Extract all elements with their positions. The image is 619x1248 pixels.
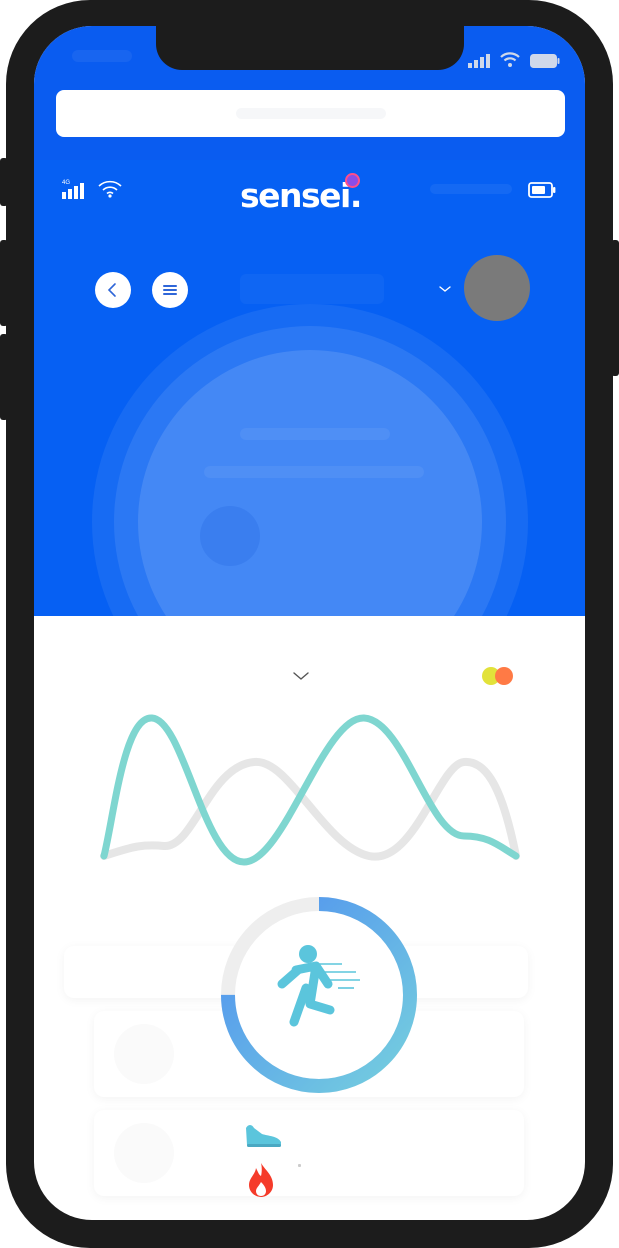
header-title-placeholder: [240, 274, 384, 304]
hero-text-placeholder-2: [204, 466, 424, 478]
list-item-icon-circle: [114, 1123, 174, 1183]
os-signal-icon: [468, 54, 490, 68]
list-item[interactable]: [94, 1110, 524, 1196]
list-item-icon-circle: [114, 1024, 174, 1084]
svg-text:4G: 4G: [62, 180, 70, 186]
logo-badge: [345, 173, 360, 188]
battery-icon: [528, 182, 556, 198]
notch: [156, 26, 464, 70]
profile-dropdown-chevron-icon[interactable]: [438, 284, 452, 294]
chevron-left-icon: [107, 283, 116, 297]
os-time-placeholder: [72, 50, 132, 62]
wifi-icon: [98, 180, 122, 198]
wave-primary: [100, 714, 520, 866]
app-header: 4G sensei.: [34, 160, 585, 616]
signal-icon: 4G: [62, 180, 84, 199]
header-text-placeholder: [430, 184, 512, 194]
content-dropdown-chevron-icon[interactable]: [292, 670, 310, 682]
tiny-mark: [298, 1164, 301, 1167]
menu-button[interactable]: [152, 272, 188, 308]
hero-text-placeholder-1: [240, 428, 390, 440]
phone-screen: 4G sensei.: [34, 26, 585, 1220]
app-logo: sensei.: [240, 176, 362, 215]
browser-url-bar[interactable]: [56, 90, 565, 137]
avatar[interactable]: [464, 255, 530, 321]
hero-small-dot: [200, 506, 260, 566]
os-wifi-icon: [500, 52, 520, 67]
os-battery-icon: [530, 54, 560, 68]
activity-progress-ring: [221, 897, 417, 1093]
flame-icon: [249, 1163, 273, 1197]
back-button[interactable]: [95, 272, 131, 308]
hamburger-menu-icon: [163, 285, 177, 295]
activity-wave-graph: [100, 714, 520, 866]
logo-text: sensei: [240, 176, 351, 215]
url-text-placeholder: [236, 108, 386, 119]
legend-dot-orange: [495, 667, 513, 685]
os-status-area: [34, 26, 585, 160]
sneaker-icon: [246, 1125, 281, 1147]
